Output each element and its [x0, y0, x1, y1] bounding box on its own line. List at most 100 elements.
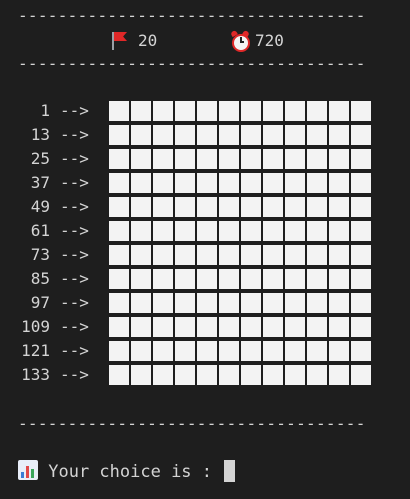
board-cell[interactable] [263, 245, 283, 265]
board-cell[interactable] [197, 245, 217, 265]
board-cell[interactable] [351, 365, 371, 385]
board-cell[interactable] [285, 245, 305, 265]
board-cell[interactable] [153, 245, 173, 265]
board-cell[interactable] [131, 173, 151, 193]
board-cell[interactable] [263, 221, 283, 241]
board-cell[interactable] [219, 365, 239, 385]
board-cell[interactable] [263, 269, 283, 289]
board-cell[interactable] [351, 341, 371, 361]
board-cell[interactable] [241, 149, 261, 169]
board-cell[interactable] [241, 341, 261, 361]
board-cell[interactable] [219, 197, 239, 217]
board-cell[interactable] [109, 125, 129, 145]
board-cell[interactable] [307, 317, 327, 337]
board-cell[interactable] [241, 269, 261, 289]
board-cell[interactable] [351, 197, 371, 217]
board-cell[interactable] [329, 317, 349, 337]
board-cell[interactable] [263, 149, 283, 169]
board-cell[interactable] [197, 221, 217, 241]
board-cell[interactable] [109, 269, 129, 289]
board-cell[interactable] [285, 317, 305, 337]
board-cell[interactable] [351, 149, 371, 169]
board-cell[interactable] [241, 125, 261, 145]
board-cell[interactable] [307, 101, 327, 121]
board-cell[interactable] [197, 269, 217, 289]
board-cell[interactable] [197, 149, 217, 169]
board-cell[interactable] [263, 101, 283, 121]
board-cell[interactable] [219, 317, 239, 337]
board-cell[interactable] [131, 245, 151, 265]
board-cell[interactable] [351, 173, 371, 193]
board-cell[interactable] [285, 197, 305, 217]
board-cell[interactable] [241, 245, 261, 265]
board-cell[interactable] [131, 269, 151, 289]
board-cell[interactable] [329, 173, 349, 193]
board-cell[interactable] [351, 221, 371, 241]
board-cell[interactable] [241, 101, 261, 121]
board-cell[interactable] [285, 365, 305, 385]
board-cell[interactable] [263, 365, 283, 385]
text-cursor[interactable] [224, 460, 236, 482]
board-cell[interactable] [241, 365, 261, 385]
board-cell[interactable] [175, 125, 195, 145]
board-cell[interactable] [131, 149, 151, 169]
board-cell[interactable] [131, 365, 151, 385]
board-cell[interactable] [241, 293, 261, 313]
board-cell[interactable] [109, 341, 129, 361]
board-cell[interactable] [285, 269, 305, 289]
board-cell[interactable] [109, 245, 129, 265]
board-cell[interactable] [197, 341, 217, 361]
board-cell[interactable] [131, 101, 151, 121]
board-cell[interactable] [109, 221, 129, 241]
board-cell[interactable] [351, 245, 371, 265]
board-cell[interactable] [153, 101, 173, 121]
board-cell[interactable] [197, 197, 217, 217]
board-cell[interactable] [329, 221, 349, 241]
board-cell[interactable] [263, 341, 283, 361]
board-cell[interactable] [285, 221, 305, 241]
board-cell[interactable] [263, 173, 283, 193]
board-cell[interactable] [109, 101, 129, 121]
board-cell[interactable] [153, 269, 173, 289]
board-cell[interactable] [307, 365, 327, 385]
board-cell[interactable] [285, 149, 305, 169]
board-cell[interactable] [241, 173, 261, 193]
board-cell[interactable] [197, 101, 217, 121]
board-cell[interactable] [285, 293, 305, 313]
board-cell[interactable] [131, 341, 151, 361]
board-cell[interactable] [153, 221, 173, 241]
board-cell[interactable] [175, 245, 195, 265]
board-cell[interactable] [329, 293, 349, 313]
board-cell[interactable] [285, 101, 305, 121]
board-cell[interactable] [307, 269, 327, 289]
board-cell[interactable] [131, 293, 151, 313]
board-cell[interactable] [329, 125, 349, 145]
board-cell[interactable] [219, 221, 239, 241]
board-cell[interactable] [219, 269, 239, 289]
board-cell[interactable] [219, 173, 239, 193]
board-cell[interactable] [285, 125, 305, 145]
board-cell[interactable] [219, 293, 239, 313]
board-cell[interactable] [175, 341, 195, 361]
board-cell[interactable] [263, 317, 283, 337]
board-cell[interactable] [285, 341, 305, 361]
board-cell[interactable] [153, 365, 173, 385]
board-cell[interactable] [175, 365, 195, 385]
board-cell[interactable] [109, 365, 129, 385]
board-cell[interactable] [153, 173, 173, 193]
board-cell[interactable] [329, 149, 349, 169]
board-cell[interactable] [285, 173, 305, 193]
board-cell[interactable] [197, 293, 217, 313]
board-cell[interactable] [197, 317, 217, 337]
board-cell[interactable] [329, 245, 349, 265]
board-cell[interactable] [153, 149, 173, 169]
board-cell[interactable] [153, 125, 173, 145]
board-cell[interactable] [109, 173, 129, 193]
board-cell[interactable] [307, 293, 327, 313]
board-cell[interactable] [351, 269, 371, 289]
board-cell[interactable] [263, 197, 283, 217]
board-cell[interactable] [219, 341, 239, 361]
board-cell[interactable] [329, 269, 349, 289]
board-cell[interactable] [307, 125, 327, 145]
board-cell[interactable] [351, 317, 371, 337]
